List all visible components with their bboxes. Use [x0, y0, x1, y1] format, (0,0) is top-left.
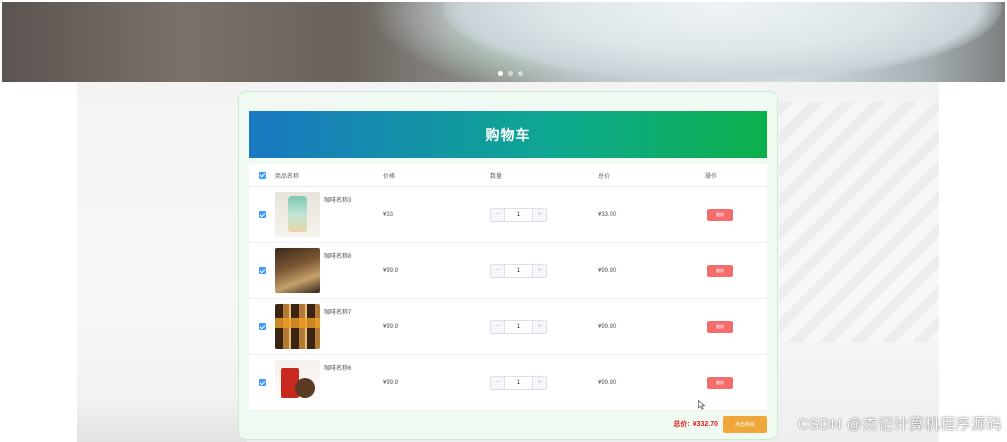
product-price: ¥33	[383, 211, 394, 218]
background-decoration	[77, 400, 247, 442]
increase-button[interactable]: +	[532, 264, 546, 277]
row-total: ¥99.90	[598, 267, 617, 274]
row-total: ¥99.90	[598, 379, 617, 386]
table-row: 咖啡名称7 ¥99.9 − 1 + ¥99.90 删除	[249, 299, 767, 355]
mouse-cursor-icon	[698, 400, 706, 410]
quantity-stepper: − 1 +	[490, 263, 547, 278]
increase-button[interactable]: +	[532, 320, 546, 333]
quantity-input[interactable]: 1	[505, 321, 532, 333]
total-label: 总价:	[673, 421, 690, 428]
quantity-stepper: − 1 +	[490, 207, 547, 222]
product-name: 咖啡名称6	[324, 366, 352, 372]
product-image[interactable]	[275, 304, 320, 349]
quantity-input[interactable]: 1	[505, 209, 532, 221]
column-total: 总价	[598, 173, 611, 180]
decrease-button[interactable]: −	[491, 320, 505, 333]
row-checkbox[interactable]	[258, 379, 266, 386]
product-price: ¥99.9	[383, 379, 399, 386]
product-name: 咖啡名称7	[324, 310, 352, 316]
total-value: ¥332.70	[692, 420, 718, 428]
column-name: 商品名称	[275, 173, 300, 180]
hero-banner[interactable]	[2, 2, 1005, 82]
delete-button[interactable]: 删除	[707, 376, 733, 389]
delete-button[interactable]: 删除	[707, 208, 733, 221]
product-image[interactable]	[275, 248, 320, 293]
table-row: 咖啡名称8 ¥99.9 − 1 + ¥99.90 删除	[249, 243, 767, 299]
delete-button[interactable]: 删除	[707, 264, 733, 277]
quantity-input[interactable]: 1	[505, 377, 532, 389]
carousel-dot-1[interactable]	[498, 71, 503, 76]
row-checkbox[interactable]	[258, 323, 266, 330]
row-total: ¥99.90	[598, 323, 617, 330]
table-header: 商品名称 价格 数量 总价 操作	[249, 164, 767, 187]
carousel-dot-2[interactable]	[508, 71, 513, 76]
product-image[interactable]	[275, 360, 320, 405]
quantity-stepper: − 1 +	[490, 319, 547, 334]
delete-button[interactable]: 删除	[707, 320, 733, 333]
increase-button[interactable]: +	[532, 376, 546, 389]
checkout-button[interactable]: 点击购买	[723, 415, 767, 433]
watermark: CSDN @杰记计算机程序源码	[797, 416, 1002, 433]
row-checkbox[interactable]	[258, 267, 266, 274]
quantity-input[interactable]: 1	[505, 265, 532, 277]
carousel-dot-3[interactable]	[518, 71, 523, 76]
table-row: 咖啡名称3 ¥33 − 1 + ¥33.00 删除	[249, 187, 767, 243]
row-total: ¥33.00	[598, 211, 617, 218]
product-price: ¥99.9	[383, 267, 399, 274]
select-all-checkbox[interactable]	[258, 171, 266, 179]
column-operation: 操作	[705, 173, 718, 180]
carousel-indicators	[498, 71, 523, 76]
column-price: 价格	[383, 173, 396, 180]
column-quantity: 数量	[490, 173, 503, 180]
table-row: 咖啡名称6 ¥99.9 − 1 + ¥99.90 删除	[249, 355, 767, 411]
row-checkbox[interactable]	[258, 211, 266, 218]
decrease-button[interactable]: −	[491, 264, 505, 277]
cart-table: 商品名称 价格 数量 总价 操作 咖啡名称3 ¥33 − 1 + ¥33.00 …	[249, 164, 767, 411]
cart-header: 购物车	[249, 111, 767, 158]
increase-button[interactable]: +	[532, 208, 546, 221]
product-name: 咖啡名称3	[324, 198, 352, 204]
cart-panel: 购物车 商品名称 价格 数量 总价 操作 咖啡名称3 ¥33 − 1 + ¥33…	[238, 91, 778, 440]
product-price: ¥99.9	[383, 323, 399, 330]
decrease-button[interactable]: −	[491, 376, 505, 389]
product-name: 咖啡名称8	[324, 254, 352, 260]
cart-footer: 总价: ¥332.70 点击购买	[239, 415, 767, 433]
cart-title: 购物车	[485, 126, 531, 143]
quantity-stepper: − 1 +	[490, 375, 547, 390]
banner-image	[442, 2, 1002, 82]
product-image[interactable]	[275, 192, 320, 237]
decrease-button[interactable]: −	[491, 208, 505, 221]
